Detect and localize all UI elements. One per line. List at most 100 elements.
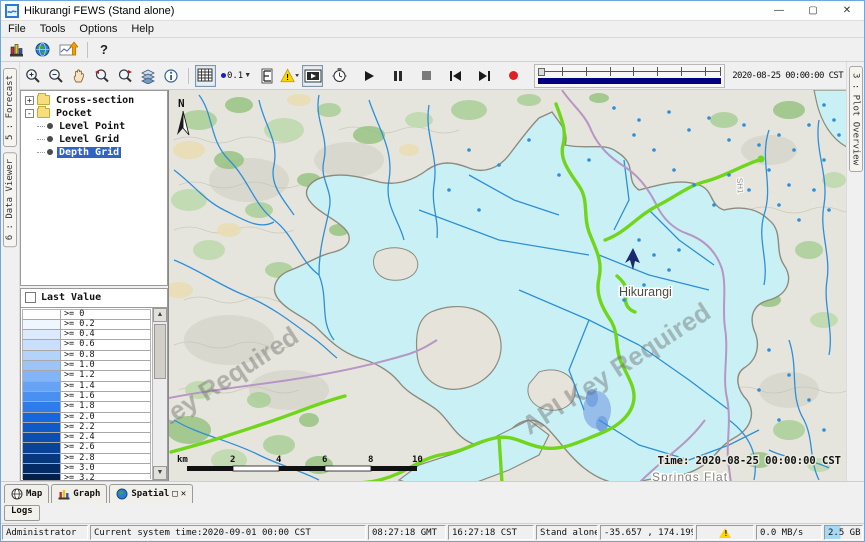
logs-button[interactable]: Logs <box>4 505 40 521</box>
time-slider-track[interactable] <box>538 67 721 76</box>
map-svg[interactable]: API Key Required API Key Required Hikura… <box>169 90 846 481</box>
warning-icon <box>719 528 731 538</box>
scale-ruler-button[interactable] <box>256 65 277 87</box>
last-value-checkbox[interactable] <box>25 292 36 303</box>
time-slider[interactable] <box>534 64 725 88</box>
menu-file[interactable]: File <box>1 23 33 35</box>
database-import-button[interactable] <box>5 40 27 60</box>
zoom-in-button[interactable] <box>23 65 44 87</box>
legend-color-swatch <box>23 392 61 401</box>
pan-hand-button[interactable] <box>69 65 90 87</box>
legend-color-swatch <box>23 423 61 432</box>
menu-options[interactable]: Options <box>72 23 124 35</box>
zoom-previous-button[interactable] <box>92 65 113 87</box>
tree-item-label[interactable]: Pocket <box>54 108 94 119</box>
layers-button[interactable] <box>138 65 159 87</box>
app-window: Hikurangi FEWS (Stand alone) — ▢ ✕ File … <box>0 0 865 542</box>
tree-item-label-selected[interactable]: Depth Grid <box>57 147 121 158</box>
left-panel: + Cross-section - Pocket Level P <box>20 90 168 481</box>
tree-item-level-grid[interactable]: Level Grid <box>37 133 165 145</box>
record-button[interactable] <box>503 65 524 87</box>
interval-dot-icon <box>221 73 226 78</box>
timeseries-display-button[interactable] <box>57 40 79 60</box>
toolbar-separator <box>87 42 88 58</box>
scrollbar-thumb[interactable] <box>154 324 166 379</box>
close-button[interactable]: ✕ <box>830 1 864 20</box>
status-bar: Administrator Current system time:2020-0… <box>1 523 864 541</box>
pause-button[interactable] <box>387 65 408 87</box>
status-mode: Stand alone <box>536 525 598 540</box>
collapse-icon[interactable]: - <box>25 109 34 118</box>
tree-item-label[interactable]: Level Grid <box>57 134 121 145</box>
svg-text:!: ! <box>286 71 289 81</box>
map-time-overlay: Time: 2020-08-25 00:00:00 CST <box>658 455 841 467</box>
svg-text:4: 4 <box>276 455 282 465</box>
chevron-down-icon: ▼ <box>244 72 251 79</box>
bullet-icon <box>47 136 53 142</box>
status-user: Administrator <box>2 525 88 540</box>
tab-graph[interactable]: Graph <box>51 484 107 503</box>
tree-item-depth-grid[interactable]: Depth Grid <box>37 146 165 158</box>
animation-timer-button[interactable] <box>329 65 350 87</box>
tab-restore-icon[interactable]: □ <box>172 489 177 499</box>
tab-close-icon[interactable]: ✕ <box>181 489 186 499</box>
tree-item-pocket[interactable]: - Pocket <box>23 107 165 119</box>
minimize-button[interactable]: — <box>762 1 796 20</box>
zoom-next-button[interactable] <box>115 65 136 87</box>
grid-layer-button[interactable] <box>195 65 216 87</box>
warning-thresholds-dropdown[interactable]: ! <box>279 65 300 87</box>
window-title: Hikurangi FEWS (Stand alone) <box>24 5 174 17</box>
scrollbar-track[interactable] <box>153 322 167 466</box>
legend-panel: Last Value >= 0>= 0.2>= 0.4>= 0.6>= 0.8>… <box>20 288 168 481</box>
skip-to-start-button[interactable] <box>445 65 466 87</box>
status-warning-cell[interactable] <box>696 525 754 540</box>
animation-movie-button[interactable] <box>302 65 323 87</box>
globe-map-button[interactable] <box>31 40 53 60</box>
tree-item-cross-section[interactable]: + Cross-section <box>23 94 165 106</box>
tab-map[interactable]: Map <box>4 484 49 503</box>
skip-to-end-button[interactable] <box>474 65 495 87</box>
tab-data-viewer[interactable]: 6 : Data Viewer <box>3 152 17 247</box>
legend-list: >= 0>= 0.2>= 0.4>= 0.6>= 0.8>= 1.0>= 1.2… <box>22 309 151 479</box>
scroll-up-icon[interactable]: ▲ <box>153 308 167 322</box>
contour-interval-dropdown[interactable]: 0.1 ▼ <box>218 65 254 87</box>
menu-tools[interactable]: Tools <box>33 23 73 35</box>
zoom-out-button[interactable] <box>46 65 67 87</box>
tab-spatial-active[interactable]: Spatial □ ✕ <box>109 484 193 503</box>
legend-scrollbar[interactable]: ▲ ▼ <box>152 308 167 480</box>
tree-item-label[interactable]: Cross-section <box>54 95 136 106</box>
tree-item-level-point[interactable]: Level Point <box>37 120 165 132</box>
globe-wireframe-icon <box>11 488 23 500</box>
map-canvas[interactable]: API Key Required API Key Required Hikura… <box>168 90 846 481</box>
channel-endpoint <box>757 156 764 163</box>
legend-color-swatch <box>23 474 61 480</box>
legend-color-swatch <box>23 320 61 329</box>
help-button[interactable]: ? <box>96 42 112 57</box>
right-dock-strip: 3 : Plot Overview <box>846 62 864 481</box>
legend-threshold-label: >= 2.0 <box>61 413 150 422</box>
legend-threshold-label: >= 2.6 <box>61 443 150 452</box>
app-logo-icon <box>5 4 19 18</box>
interval-value: 0.1 <box>227 71 243 81</box>
stop-button[interactable] <box>416 65 437 87</box>
scroll-down-icon[interactable]: ▼ <box>153 466 167 480</box>
time-slider-thumb[interactable] <box>538 68 545 76</box>
menu-help[interactable]: Help <box>124 23 161 35</box>
menu-bar: File Tools Options Help <box>1 21 864 38</box>
tab-plot-overview[interactable]: 3 : Plot Overview <box>849 66 863 172</box>
expand-icon[interactable]: + <box>25 96 34 105</box>
play-button[interactable] <box>358 65 379 87</box>
maximize-button[interactable]: ▢ <box>796 1 830 20</box>
legend-threshold-label: >= 3.2 <box>61 474 150 480</box>
info-button[interactable] <box>161 65 182 87</box>
legend-threshold-label: >= 3.0 <box>61 464 150 473</box>
tree-item-label[interactable]: Level Point <box>57 121 127 132</box>
status-coordinates: -35.657 , 174.199 <box>600 525 694 540</box>
svg-text:6: 6 <box>322 455 327 465</box>
legend-threshold-label: >= 1.8 <box>61 402 150 411</box>
legend-color-swatch <box>23 310 61 319</box>
legend-color-swatch <box>23 382 61 391</box>
legend-threshold-label: >= 1.4 <box>61 382 150 391</box>
tab-forecast[interactable]: 5 : Forecast <box>3 68 17 147</box>
legend-threshold-label: >= 1.6 <box>61 392 150 401</box>
